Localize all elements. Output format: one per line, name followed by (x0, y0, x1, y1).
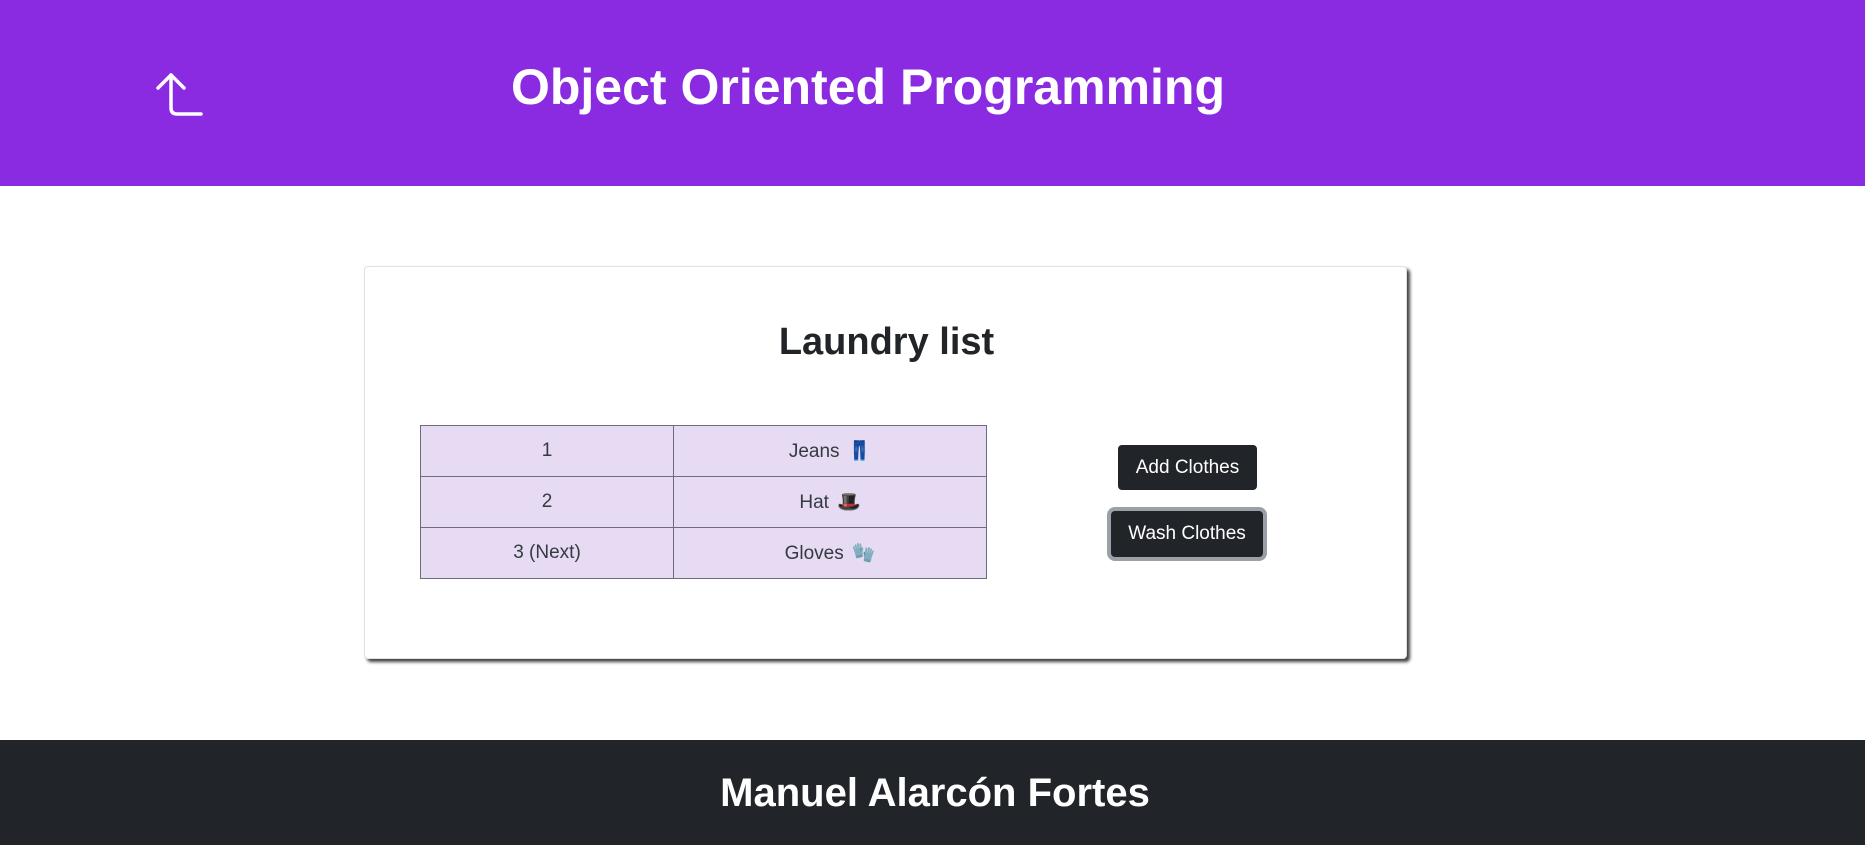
row-number: 1 (420, 425, 674, 477)
page-title: Object Oriented Programming (510, 59, 1225, 115)
table-row: 2 Hat 🎩 (420, 476, 987, 528)
footer-author: Manuel Alarcón Fortes (720, 771, 1150, 815)
footer: Manuel Alarcón Fortes (0, 740, 1865, 845)
card-title: Laundry list (778, 321, 995, 363)
table-row: 1 Jeans 👖 (420, 425, 987, 477)
header: Object Oriented Programming (0, 0, 1865, 186)
row-item-label: Gloves (784, 543, 844, 564)
gloves-icon: 🧤 (851, 543, 876, 564)
top-hat-icon: 🎩 (836, 492, 861, 513)
back-button[interactable] (146, 66, 206, 126)
row-item-cell: Hat 🎩 (673, 476, 987, 528)
add-clothes-button[interactable]: Add Clothes (1118, 445, 1257, 490)
row-item-label: Hat (799, 492, 829, 513)
arrow-up-left-icon (156, 73, 203, 116)
laundry-card: Laundry list 1 Jeans 👖 2 Hat 🎩 3 (Next) Gl… (364, 266, 1407, 659)
row-item-cell: Gloves 🧤 (673, 527, 987, 579)
laundry-table: 1 Jeans 👖 2 Hat 🎩 3 (Next) Gloves 🧤 (420, 425, 987, 579)
jeans-icon: 👖 (847, 441, 872, 462)
row-number: 2 (420, 476, 674, 528)
row-item-cell: Jeans 👖 (673, 425, 987, 477)
table-row: 3 (Next) Gloves 🧤 (420, 527, 987, 579)
row-item-label: Jeans (788, 441, 840, 462)
row-number: 3 (Next) (420, 527, 674, 579)
wash-clothes-button[interactable]: Wash Clothes (1111, 511, 1263, 557)
